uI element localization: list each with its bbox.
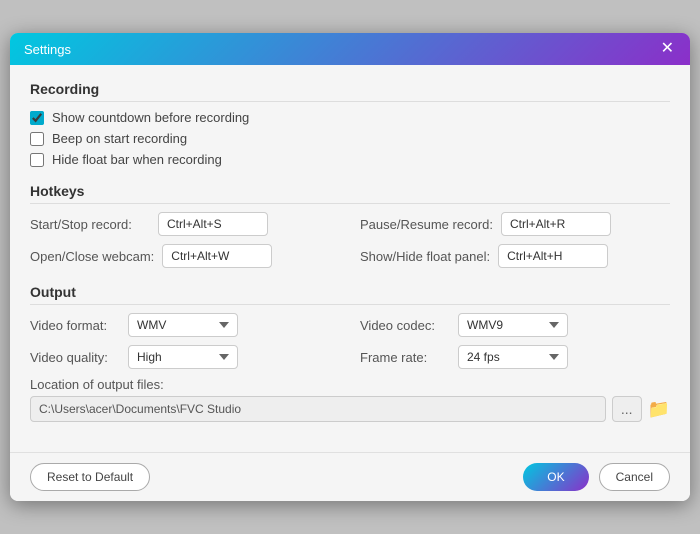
location-input[interactable] [30,396,606,422]
video-format-select[interactable]: WMV MP4 AVI [128,313,238,337]
hotkey-row-3: Open/Close webcam: [30,244,340,268]
dialog-title: Settings [24,42,71,57]
hotkey-label-1: Start/Stop record: [30,217,150,232]
video-codec-label: Video codec: [360,318,450,333]
video-codec-select[interactable]: WMV9 H.264 [458,313,568,337]
video-format-label: Video format: [30,318,120,333]
countdown-checkbox[interactable] [30,111,44,125]
hide-float-label[interactable]: Hide float bar when recording [52,152,222,167]
footer: Reset to Default OK Cancel [10,452,690,501]
recording-section: Recording Show countdown before recordin… [30,81,670,167]
content-area: Recording Show countdown before recordin… [10,65,690,452]
hotkey-row-2: Pause/Resume record: [360,212,670,236]
countdown-label[interactable]: Show countdown before recording [52,110,249,125]
hotkey-label-2: Pause/Resume record: [360,217,493,232]
location-row: Location of output files: ... 📁 [30,377,670,422]
ok-button[interactable]: OK [523,463,588,491]
checkbox-row-3: Hide float bar when recording [30,152,670,167]
hide-float-checkbox[interactable] [30,153,44,167]
hotkey-input-2[interactable] [501,212,611,236]
location-input-row: ... 📁 [30,396,670,422]
close-button[interactable]: ✕ [659,41,676,57]
hotkey-input-4[interactable] [498,244,608,268]
hotkeys-section: Hotkeys Start/Stop record: Pause/Resume … [30,183,670,268]
output-row-format: Video format: WMV MP4 AVI [30,313,340,337]
reset-button[interactable]: Reset to Default [30,463,150,491]
folder-button[interactable]: 📁 [648,399,670,420]
video-quality-label: Video quality: [30,350,120,365]
beep-label[interactable]: Beep on start recording [52,131,187,146]
hotkeys-grid: Start/Stop record: Pause/Resume record: … [30,212,670,268]
output-grid: Video format: WMV MP4 AVI Video codec: W… [30,313,670,369]
hotkey-label-3: Open/Close webcam: [30,249,154,264]
recording-section-title: Recording [30,81,670,102]
hotkey-input-3[interactable] [162,244,272,268]
location-label: Location of output files: [30,377,670,392]
video-quality-select[interactable]: High Medium Low [128,345,238,369]
browse-button[interactable]: ... [612,396,642,422]
checkbox-row-2: Beep on start recording [30,131,670,146]
frame-rate-select[interactable]: 24 fps 30 fps 60 fps [458,345,568,369]
hotkey-label-4: Show/Hide float panel: [360,249,490,264]
cancel-button[interactable]: Cancel [599,463,670,491]
frame-rate-label: Frame rate: [360,350,450,365]
output-row-quality: Video quality: High Medium Low [30,345,340,369]
settings-dialog: Settings ✕ Recording Show countdown befo… [10,33,690,501]
hotkey-input-1[interactable] [158,212,268,236]
output-section: Output Video format: WMV MP4 AVI Video c… [30,284,670,422]
checkbox-row-1: Show countdown before recording [30,110,670,125]
output-row-framerate: Frame rate: 24 fps 30 fps 60 fps [360,345,670,369]
hotkeys-section-title: Hotkeys [30,183,670,204]
output-row-codec: Video codec: WMV9 H.264 [360,313,670,337]
hotkey-row-1: Start/Stop record: [30,212,340,236]
hotkey-row-4: Show/Hide float panel: [360,244,670,268]
output-section-title: Output [30,284,670,305]
footer-right: OK Cancel [523,463,670,491]
beep-checkbox[interactable] [30,132,44,146]
titlebar: Settings ✕ [10,33,690,65]
